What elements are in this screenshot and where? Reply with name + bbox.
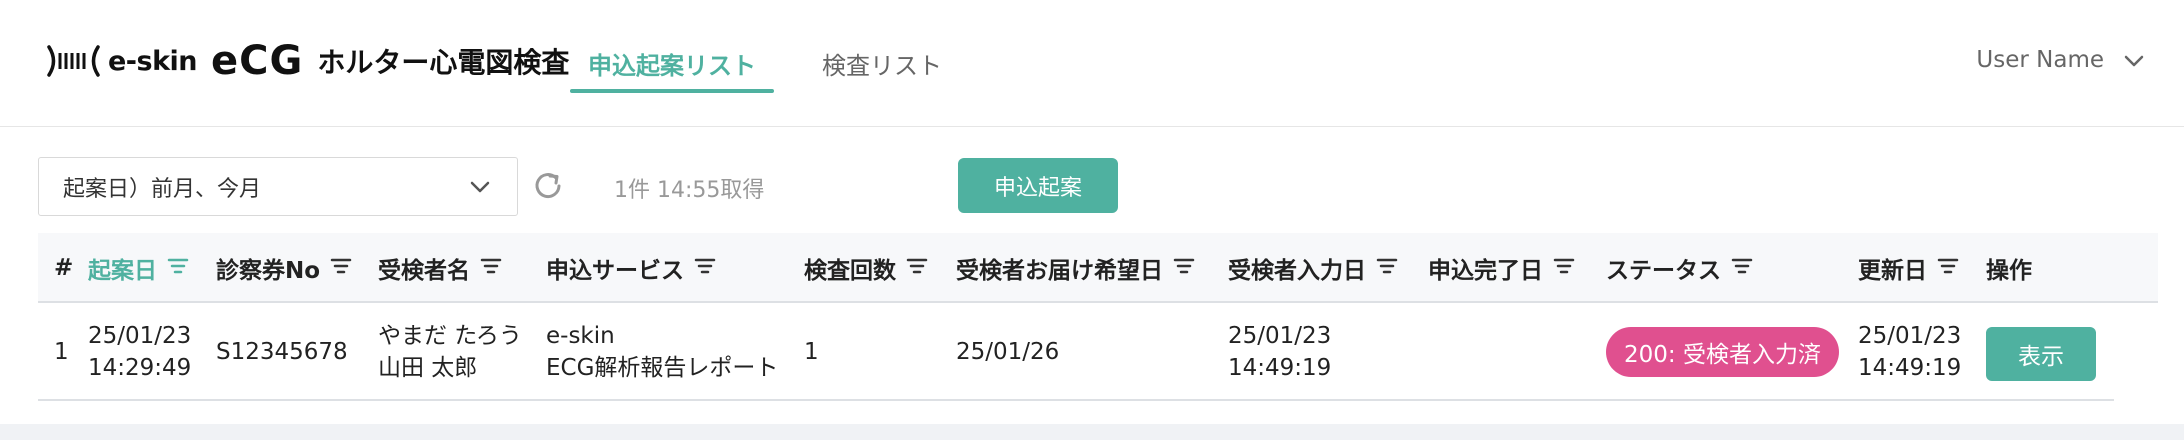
- filter-icon[interactable]: [167, 255, 189, 281]
- status-badge: 200: 受検者入力済: [1606, 327, 1839, 377]
- col-header-index: #: [54, 255, 74, 281]
- app-header: e-skin eCG ホルター心電図検査 申込起案リスト 検査リスト User …: [0, 0, 2184, 127]
- table-header: # 起案日 診察券No 受検者名 申込サービス 検査回数 受検者お届け希望日 受…: [38, 233, 2158, 303]
- filter-icon[interactable]: [1731, 255, 1753, 281]
- ecg-wave-icon: [46, 41, 102, 81]
- app-title: ホルター心電図検査: [317, 46, 570, 79]
- refresh-icon[interactable]: [530, 168, 566, 204]
- cell-draft-date: 25/01/23 14:29:49: [88, 323, 192, 381]
- app-logo: e-skin eCG ホルター心電図検査: [46, 38, 569, 84]
- col-header-exam-count[interactable]: 検査回数: [804, 233, 928, 303]
- chevron-down-icon: [2124, 47, 2144, 73]
- cell-updated-date: 25/01/23 14:49:19: [1858, 323, 1962, 381]
- col-header-input-date[interactable]: 受検者入力日: [1228, 233, 1398, 303]
- tab-exam-list[interactable]: 検査リスト: [804, 0, 960, 127]
- cell-patient-no: S12345678: [216, 339, 348, 365]
- page-bottom-bar: [0, 424, 2184, 440]
- cell-desired-date: 25/01/26: [956, 339, 1060, 365]
- col-header-actions: 操作: [1986, 258, 2032, 284]
- col-header-updated-date[interactable]: 更新日: [1858, 233, 1959, 303]
- filter-icon[interactable]: [1173, 255, 1195, 281]
- filter-icon[interactable]: [694, 255, 716, 281]
- date-filter-value: 起案日）前月、今月: [63, 176, 262, 202]
- user-name: User Name: [1976, 47, 2104, 73]
- date-filter-select[interactable]: 起案日）前月、今月: [38, 157, 518, 216]
- filter-icon[interactable]: [906, 255, 928, 281]
- tab-application-draft-list[interactable]: 申込起案リスト: [570, 0, 774, 127]
- user-menu[interactable]: User Name: [1976, 42, 2144, 78]
- table-row: 1 25/01/23 14:29:49 S12345678 やまだ たろう 山田…: [38, 303, 2114, 401]
- filter-icon[interactable]: [1376, 255, 1398, 281]
- col-header-complete-date[interactable]: 申込完了日: [1428, 233, 1575, 303]
- cell-input-date: 25/01/23 14:49:19: [1228, 323, 1332, 381]
- main-tabs: 申込起案リスト 検査リスト: [570, 0, 990, 127]
- filter-icon[interactable]: [330, 255, 352, 281]
- filter-icon[interactable]: [1553, 255, 1575, 281]
- filter-icon[interactable]: [480, 255, 502, 281]
- col-header-patient-name[interactable]: 受検者名: [378, 233, 502, 303]
- cell-patient-name: やまだ たろう 山田 太郎: [378, 323, 522, 381]
- logo-brand: e-skin: [108, 45, 198, 77]
- col-header-draft-date[interactable]: 起案日: [88, 233, 189, 303]
- filter-icon[interactable]: [1937, 255, 1959, 281]
- col-header-desired-date[interactable]: 受検者お届け希望日: [956, 233, 1195, 303]
- cell-index: 1: [54, 339, 69, 365]
- create-application-button[interactable]: 申込起案: [958, 158, 1118, 213]
- col-header-patient-no[interactable]: 診察券No: [216, 233, 352, 303]
- cell-service: e-skin ECG解析報告レポート: [546, 323, 779, 381]
- cell-exam-count: 1: [804, 339, 819, 365]
- chevron-down-icon: [469, 175, 491, 205]
- view-button[interactable]: 表示: [1986, 327, 2096, 381]
- col-header-status[interactable]: ステータス: [1606, 233, 1753, 303]
- col-header-service[interactable]: 申込サービス: [546, 233, 716, 303]
- logo-ecg: eCG: [211, 38, 304, 84]
- fetch-status: 1件 14:55取得: [614, 178, 765, 203]
